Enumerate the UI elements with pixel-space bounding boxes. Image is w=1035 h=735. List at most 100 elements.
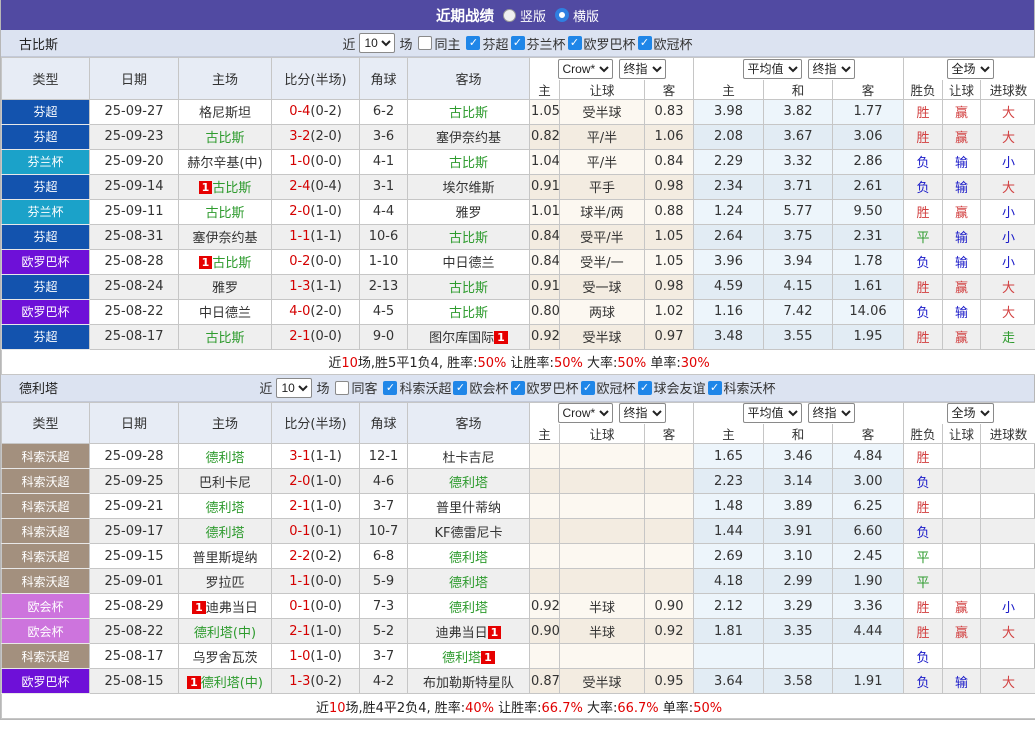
home-team-cell[interactable]: 德利塔: [178, 493, 272, 519]
away-team-cell[interactable]: 杜卡吉尼: [407, 443, 530, 469]
home-team-cell[interactable]: 1 古比斯: [178, 248, 272, 275]
away-team-cell[interactable]: 德利塔: [407, 543, 530, 569]
same-venue-checkbox[interactable]: 同主: [418, 34, 460, 53]
away-team-cell[interactable]: 德利塔 1: [407, 643, 530, 669]
home-team-cell[interactable]: 塞伊奈约基: [178, 223, 272, 250]
home-team-cell[interactable]: 罗拉匹: [178, 568, 272, 594]
home-team-cell[interactable]: 1 迪弗当日: [178, 593, 272, 619]
odds-source-select[interactable]: Crow*: [557, 58, 613, 79]
checkbox-checked-icon[interactable]: ✓: [580, 380, 595, 395]
checkbox-checked-icon[interactable]: ✓: [383, 380, 398, 395]
avg-source-select[interactable]: 平均值: [742, 58, 802, 79]
outcome-cell: [980, 643, 1035, 669]
avg-kind-select[interactable]: 终指: [807, 403, 855, 424]
away-team-cell[interactable]: 古比斯: [407, 273, 530, 300]
away-team-cell[interactable]: 迪弗当日 1: [407, 618, 530, 644]
home-team-cell[interactable]: 1 德利塔(中): [178, 668, 272, 694]
away-team-cell[interactable]: 塞伊奈约基: [407, 123, 530, 150]
home-team-cell[interactable]: 普里斯堤纳: [178, 543, 272, 569]
checkbox-checked-icon[interactable]: ✓: [707, 380, 722, 395]
league-filter-checkbox[interactable]: ✓ 芬超: [466, 34, 509, 53]
home-team-cell[interactable]: 德利塔: [178, 443, 272, 469]
home-team-cell[interactable]: 格尼斯坦: [178, 98, 272, 125]
checkbox-unchecked-icon[interactable]: [335, 380, 350, 395]
league-filter-checkbox[interactable]: ✓ 欧冠杯: [580, 378, 636, 397]
checkbox-unchecked-icon[interactable]: [418, 36, 433, 50]
same-venue-checkbox[interactable]: 同客: [335, 378, 377, 397]
checkbox-checked-icon[interactable]: ✓: [510, 380, 525, 395]
away-team-cell[interactable]: 中日德兰: [407, 248, 530, 275]
away-team-cell[interactable]: 古比斯: [407, 148, 530, 175]
home-team-cell[interactable]: 德利塔: [178, 518, 272, 544]
odds-source-select[interactable]: Crow*: [557, 403, 613, 424]
checkbox-checked-icon[interactable]: ✓: [637, 380, 652, 395]
section-team-2: 德利塔 近 10 场 同客 ✓ 科索沃超 ✓ 欧会杯 ✓ 欧罗巴杯 ✓ 欧冠杯 ✓ 球会友谊 ✓ 科索…: [0, 374, 1035, 719]
scope-select[interactable]: 全场: [946, 58, 994, 79]
home-team-cell[interactable]: 赫尔辛基(中): [178, 148, 272, 175]
league-filter-checkbox[interactable]: ✓ 芬兰杯: [510, 34, 566, 53]
league-filter-checkbox[interactable]: ✓ 欧冠杯: [637, 34, 693, 53]
away-team-cell[interactable]: 图尔库国际 1: [407, 323, 530, 350]
odds-selects-cell: Crow* 终指: [529, 401, 694, 424]
away-team-cell[interactable]: 德利塔: [407, 568, 530, 594]
avg-kind-select[interactable]: 终指: [807, 58, 855, 79]
away-team-cell[interactable]: 德利塔: [407, 468, 530, 494]
checkbox-checked-icon[interactable]: ✓: [637, 36, 652, 50]
date-cell: 25-09-17: [89, 518, 179, 544]
summary-row: 近10场,胜5平1负4, 胜率:50% 让胜率:50% 大率:50% 单率:30…: [0, 348, 1035, 375]
away-team-cell[interactable]: 古比斯: [407, 98, 530, 125]
league-filter-checkbox[interactable]: ✓ 科索沃杯: [707, 378, 776, 397]
away-team-cell[interactable]: 布加勒斯特星队: [407, 668, 530, 694]
outcome-cell: [980, 543, 1035, 569]
checkbox-checked-icon[interactable]: ✓: [453, 380, 468, 395]
away-team-cell[interactable]: 古比斯: [407, 298, 530, 325]
away-team-cell[interactable]: 普里什蒂纳: [407, 493, 530, 519]
match-count-select[interactable]: 10: [276, 377, 313, 398]
league-cell: 欧罗巴杯: [1, 668, 90, 694]
league-filter-checkbox[interactable]: ✓ 欧罗巴杯: [510, 378, 579, 397]
away-team-cell[interactable]: 古比斯: [407, 223, 530, 250]
checkbox-checked-icon[interactable]: ✓: [510, 36, 525, 50]
home-team-cell[interactable]: 雅罗: [178, 273, 272, 300]
home-team-cell[interactable]: 德利塔(中): [178, 618, 272, 644]
league-filter-checkbox[interactable]: ✓ 欧会杯: [453, 378, 509, 397]
team-text: 德利塔: [448, 475, 488, 491]
avg-odds-cell: 3.46: [763, 443, 833, 469]
odds-kind-select[interactable]: 终指: [618, 58, 666, 79]
scope-select[interactable]: 全场: [946, 403, 994, 424]
layout-radio-vertical[interactable]: 竖版: [502, 6, 546, 25]
date-cell: 25-08-17: [89, 323, 179, 350]
away-team-cell[interactable]: 德利塔: [407, 593, 530, 619]
home-team-cell[interactable]: 古比斯: [178, 198, 272, 225]
home-team-cell[interactable]: 乌罗舍瓦茨: [178, 643, 272, 669]
avg-odds-cell: 3.06: [831, 123, 905, 150]
avg-odds-cell: 4.59: [693, 273, 764, 300]
layout-radio-horizontal[interactable]: 横版: [555, 6, 599, 25]
match-count-select[interactable]: 10: [359, 33, 396, 53]
league-filter-checkbox[interactable]: ✓ 欧罗巴杯: [567, 34, 636, 53]
avg-source-select[interactable]: 平均值: [742, 403, 802, 424]
sub-handicap-result: 让球: [942, 424, 982, 444]
col-away: 客场: [407, 401, 530, 444]
filter-controls: 近 10 场 同主 ✓ 芬超 ✓ 芬兰杯 ✓ 欧罗巴杯 ✓ 欧冠杯: [342, 33, 693, 53]
radio-selected-icon[interactable]: [555, 8, 569, 22]
home-team-cell[interactable]: 巴利卡尼: [178, 468, 272, 494]
radio-unselected-icon[interactable]: [502, 8, 516, 22]
checkbox-checked-icon[interactable]: ✓: [466, 36, 481, 50]
outcome-cell: 胜: [903, 123, 944, 150]
score-cell: 2-1(0-0): [271, 323, 360, 350]
league-filter-checkbox[interactable]: ✓ 科索沃超: [383, 378, 451, 397]
outcome-cell: 走: [980, 323, 1035, 350]
home-team-cell[interactable]: 中日德兰: [178, 298, 272, 325]
team-text: 布加勒斯特星队: [422, 675, 514, 691]
checkbox-checked-icon[interactable]: ✓: [567, 36, 582, 50]
away-team-cell[interactable]: 埃尔维斯: [407, 173, 530, 200]
home-team-cell[interactable]: 古比斯: [178, 323, 272, 350]
away-team-cell[interactable]: KF德雷尼卡: [407, 518, 530, 544]
home-team-cell[interactable]: 古比斯: [178, 123, 272, 150]
odds-kind-select[interactable]: 终指: [618, 403, 666, 424]
league-filter-checkbox[interactable]: ✓ 球会友谊: [637, 378, 706, 397]
away-team-cell[interactable]: 雅罗: [407, 198, 530, 225]
corners-cell: 7-3: [359, 593, 408, 619]
home-team-cell[interactable]: 1 古比斯: [178, 173, 272, 200]
